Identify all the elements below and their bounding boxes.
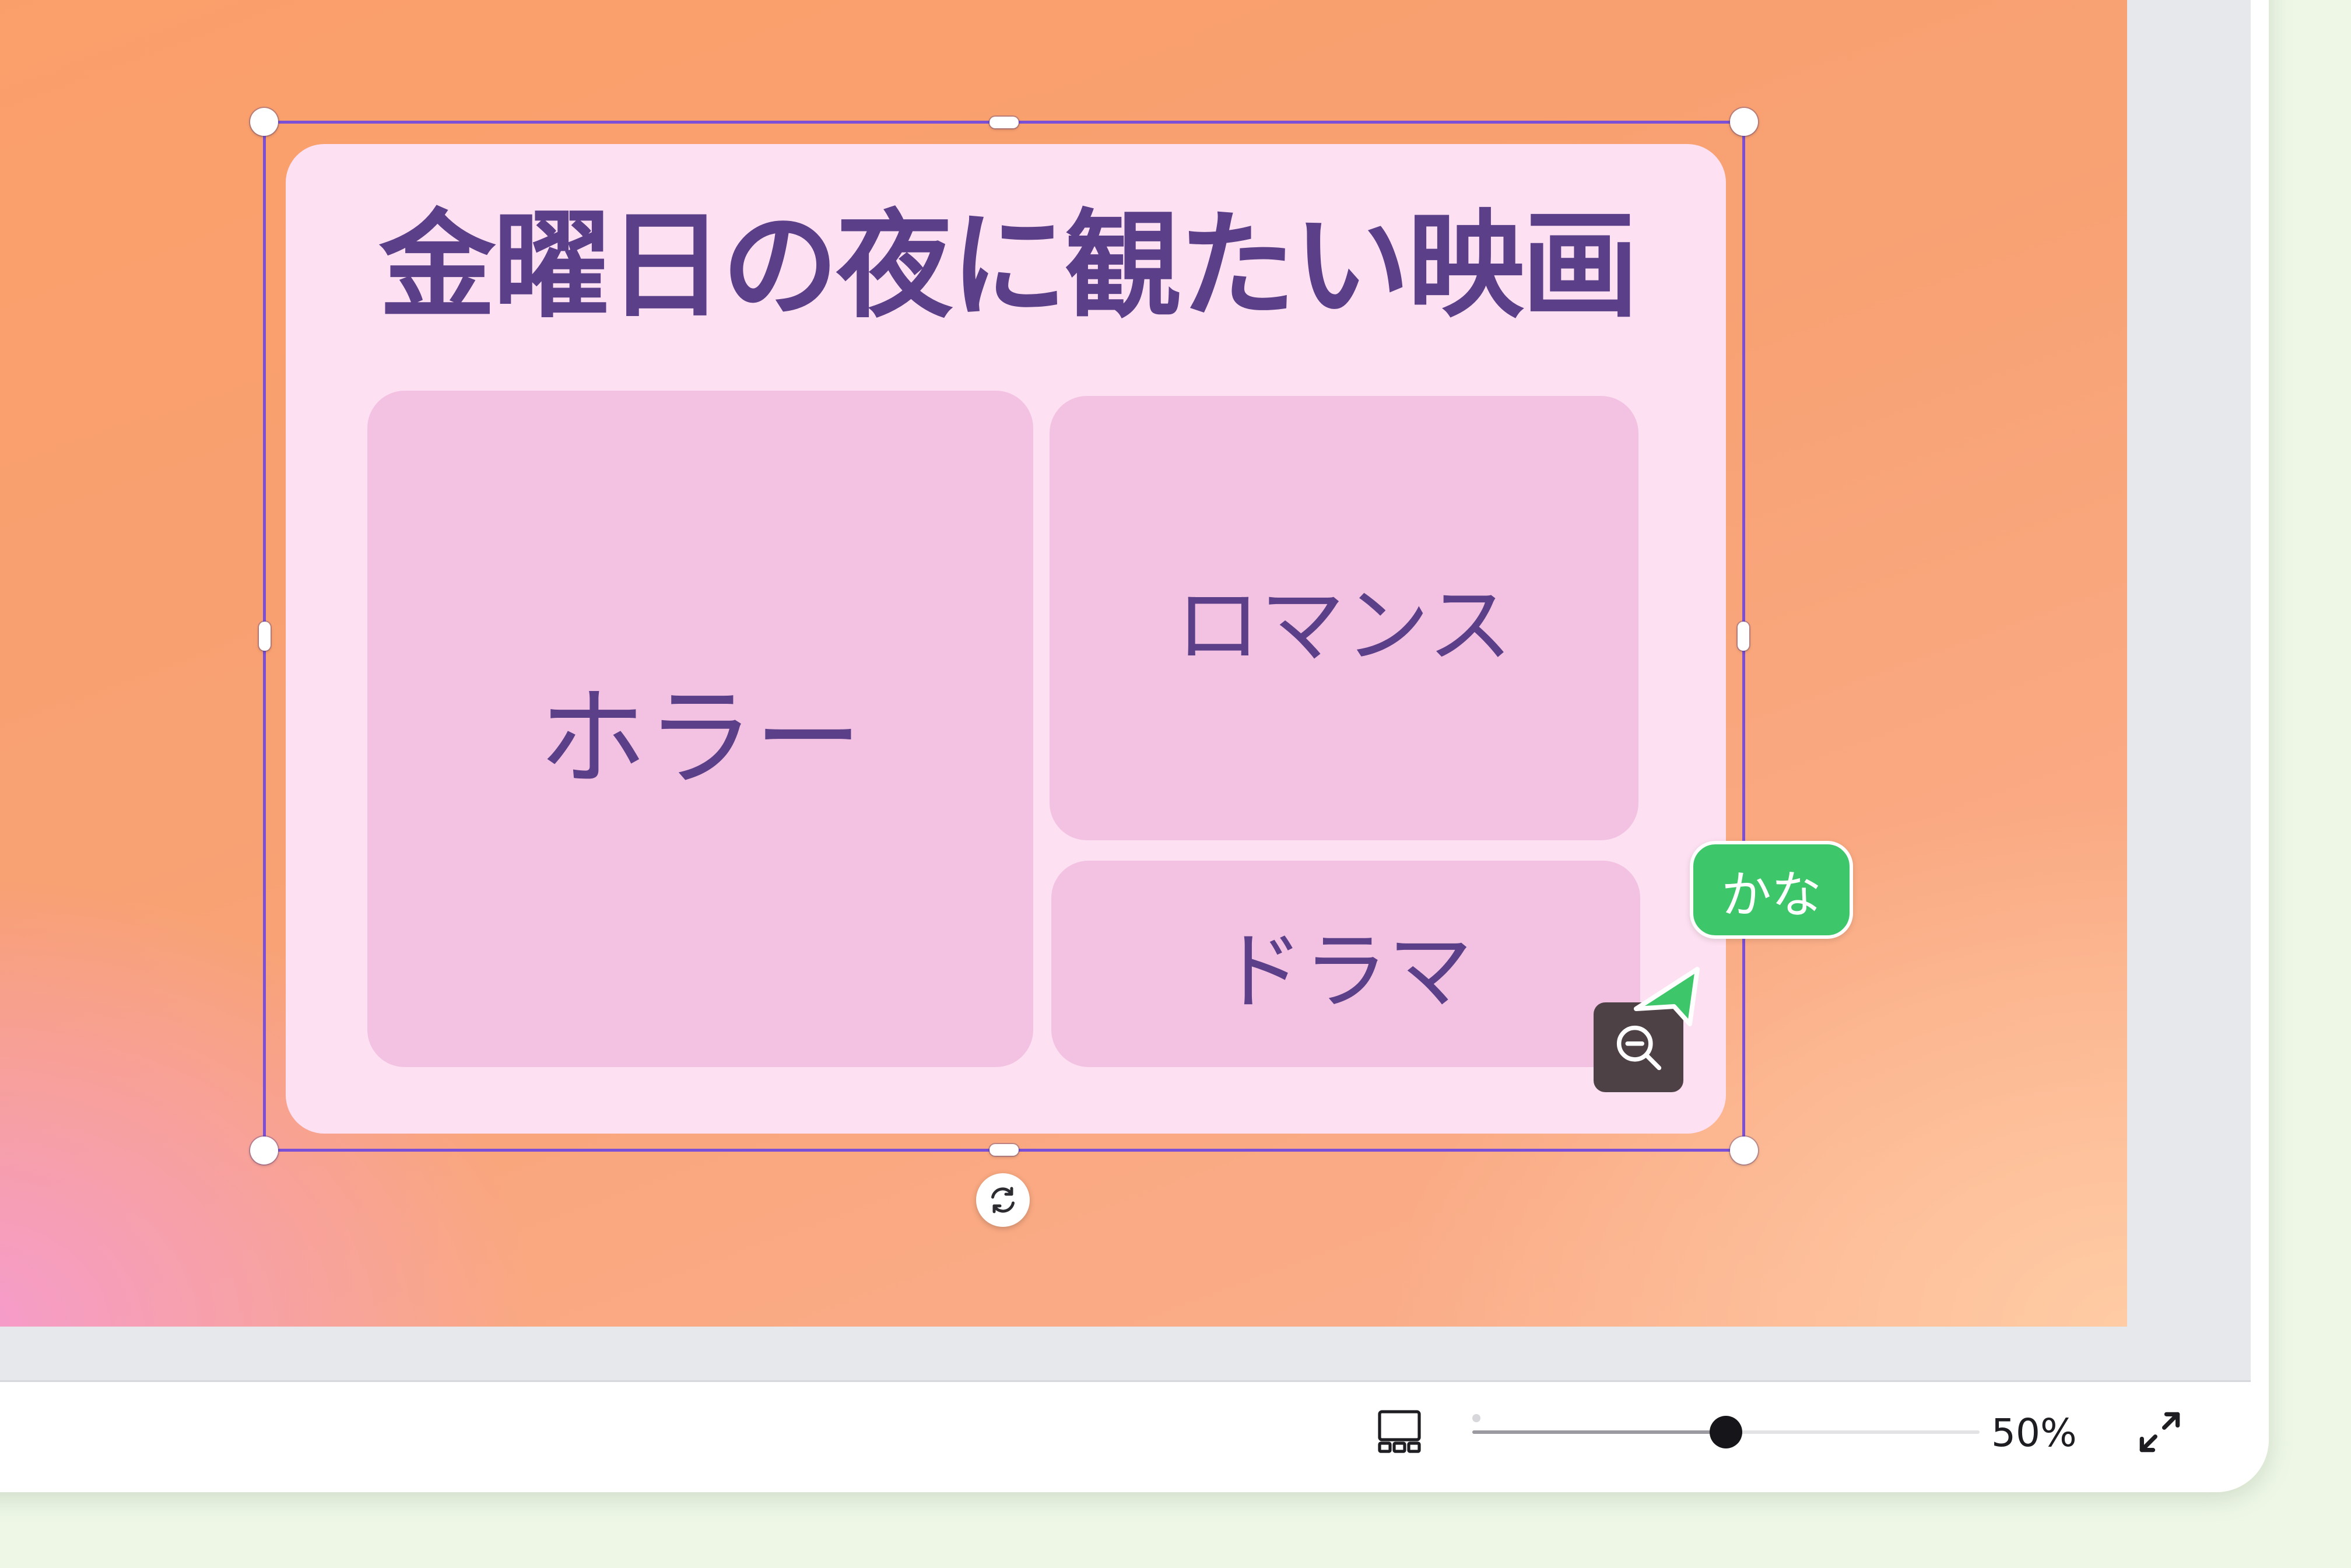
collaborator-name-tag: かな [1690,841,1853,939]
zoom-slider[interactable] [1472,1414,1980,1449]
app-window: 金曜日の夜に観たい映画 ホラー ロマンス ドラマ かな 50% [0,0,2269,1492]
resize-handle-top-right[interactable] [1730,108,1758,136]
resize-handle-left[interactable] [259,622,271,651]
resize-handle-right[interactable] [1738,622,1749,651]
rotate-button[interactable] [976,1173,1030,1227]
editor-area: 金曜日の夜に観たい映画 ホラー ロマンス ドラマ かな [0,0,2251,1382]
zoom-slider-min-marker [1472,1414,1480,1422]
page-layout-icon[interactable] [1376,1408,1423,1455]
resize-handle-top[interactable] [989,117,1019,128]
resize-handle-bottom-right[interactable] [1730,1136,1758,1164]
design-canvas[interactable]: 金曜日の夜に観たい映画 ホラー ロマンス ドラマ かな [0,0,2127,1327]
zoom-slider-thumb[interactable] [1710,1416,1742,1448]
zoom-slider-fill [1472,1430,1726,1434]
status-bar: 50% [0,1382,2269,1492]
resize-handle-bottom-left[interactable] [250,1136,278,1164]
collaborator-cursor-icon [1634,967,1700,1026]
zoom-percentage[interactable]: 50% [1991,1410,2077,1457]
collaborator-name: かな [1721,865,1822,924]
resize-handle-bottom[interactable] [989,1144,1019,1156]
selection-box[interactable] [250,108,1758,1164]
rotate-icon [991,1187,1015,1213]
resize-handle-top-left[interactable] [250,108,278,136]
fullscreen-icon[interactable] [2133,1405,2187,1459]
